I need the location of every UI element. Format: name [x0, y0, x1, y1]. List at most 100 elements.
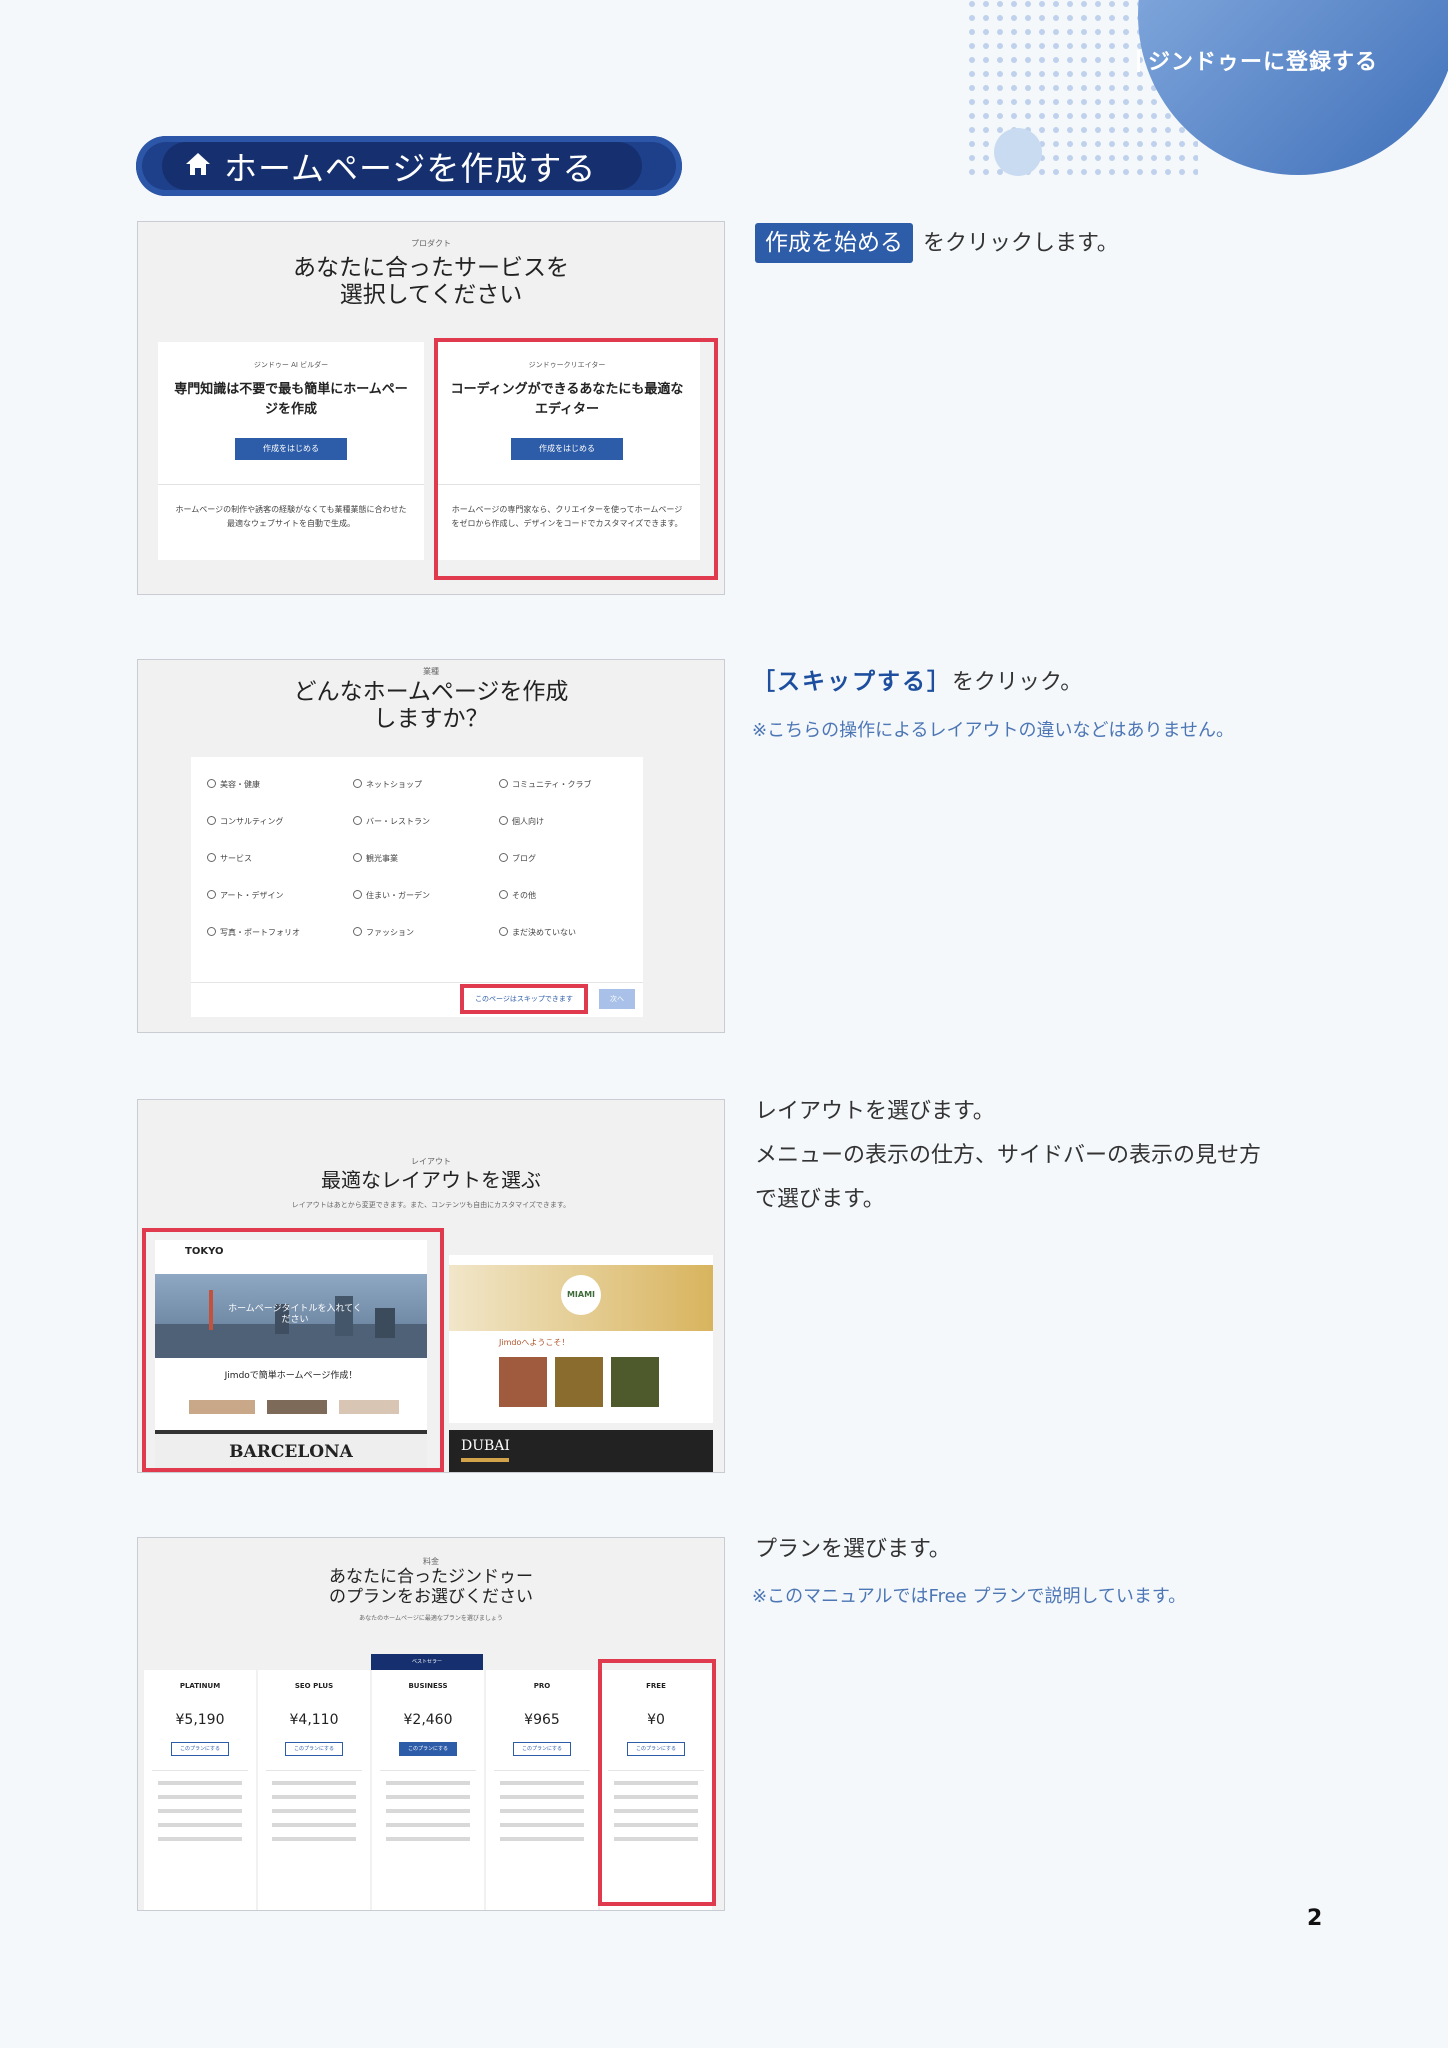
step1-instruction: をクリックします。	[923, 231, 1119, 256]
plan-feature-line	[158, 1837, 242, 1841]
step3-screen-label: レイアウト	[411, 1157, 451, 1166]
plan-price: ¥965	[524, 1712, 560, 1728]
plan-feature-line	[386, 1795, 470, 1799]
plan-feature-line	[272, 1809, 356, 1813]
panel-footer-divider	[191, 982, 643, 983]
skip-page-button[interactable]: このページはスキップできます	[460, 984, 588, 1014]
plan-name: BUSINESS	[408, 1682, 448, 1690]
step4-screen-heading-1: あなたに合ったジンドゥー	[329, 1567, 533, 1587]
plan-feature-line	[386, 1823, 470, 1827]
layout-dubai[interactable]: DUBAI	[449, 1430, 713, 1472]
option[interactable]: バー・レストラン	[353, 816, 430, 827]
choose-plan-button[interactable]: このプランにする	[399, 1742, 457, 1756]
option[interactable]: 美容・健康	[207, 779, 260, 790]
plan-feature-line	[500, 1837, 584, 1841]
step4-note: ※このマニュアルではFree プランで説明しています。	[752, 1586, 1187, 1607]
service-card-ai-builder[interactable]: ジンドゥー AI ビルダー 専門知識は不要で最も簡単にホームページを作成 作成を…	[158, 342, 424, 560]
plan-feature-line	[158, 1823, 242, 1827]
skip-label: ［スキップする］	[752, 669, 952, 695]
miami-thumb	[499, 1357, 547, 1407]
bestseller-badge: ベストセラー	[371, 1654, 483, 1670]
step3-line3: で選びます。	[755, 1187, 885, 1212]
step2-screen-heading-1: どんなホームページを作成	[293, 679, 569, 705]
plan-feature-line	[158, 1809, 242, 1813]
choose-plan-button[interactable]: このプランにする	[171, 1742, 229, 1756]
layout-miami[interactable]: MIAMI Jimdoへようこそ！	[449, 1255, 713, 1423]
card-description: ホームページの制作や誘客の経験がなくても業種業態に合わせた最適なウェブサイトを自…	[175, 505, 407, 528]
step2-screen-label: 業種	[423, 667, 439, 676]
plan-divider	[152, 1770, 248, 1771]
next-button[interactable]: 次へ	[599, 989, 635, 1009]
plan-feature-line	[500, 1781, 584, 1785]
step3-screenshot: レイアウト 最適なレイアウトを選ぶ レイアウトはあとから変更できます。また、コン…	[137, 1099, 725, 1473]
plan-business[interactable]: BUSINESS ¥2,460 このプランにする	[372, 1670, 484, 1910]
option[interactable]: 観光事業	[353, 853, 398, 864]
plan-name: PLATINUM	[179, 1682, 221, 1690]
plan-seo-plus[interactable]: SEO PLUS ¥4,110 このプランにする	[258, 1670, 370, 1910]
step2-instruction: をクリック。	[952, 670, 1083, 695]
step3-line1: レイアウトを選びます。	[755, 1099, 995, 1124]
plan-price: ¥4,110	[289, 1712, 339, 1728]
option[interactable]: アート・デザイン	[207, 890, 284, 901]
dubai-accent	[461, 1458, 509, 1462]
option[interactable]: ブログ	[499, 853, 536, 864]
start-button-ai[interactable]: 作成をはじめる	[235, 438, 347, 460]
section-title-pill: ホームページを作成する	[136, 136, 682, 196]
option[interactable]: ファッション	[353, 927, 414, 938]
miami-thumb	[611, 1357, 659, 1407]
chapter-tag: ジンドゥーに登録する	[1137, 44, 1378, 76]
section-title-inner: ホームページを作成する	[162, 142, 642, 190]
step2-screen-heading-2: しますか？	[373, 706, 489, 732]
section-title: ホームページを作成する	[224, 149, 597, 188]
step4-screen-sub: あなたのホームページに最適なプランを選びましょう	[359, 1615, 503, 1622]
step1-screen-heading-2: 選択してください	[339, 282, 523, 308]
plan-name: SEO PLUS	[294, 1682, 334, 1690]
step2-note: ※こちらの操作によるレイアウトの違いなどはありません。	[752, 720, 1234, 741]
option[interactable]: まだ決めていない	[499, 927, 576, 938]
plan-feature-line	[272, 1823, 356, 1827]
miami-thumb	[555, 1357, 603, 1407]
plan-feature-line	[272, 1837, 356, 1841]
plan-feature-line	[272, 1795, 356, 1799]
card-title: 専門知識は不要で最も簡単にホームページを作成	[174, 382, 408, 417]
step1-instruction-row: 作成を始める をクリックします。	[755, 223, 1119, 264]
option[interactable]: ネットショップ	[353, 779, 422, 790]
dubai-logo: DUBAI	[461, 1438, 510, 1454]
choose-plan-button[interactable]: このプランにする	[513, 1742, 571, 1756]
plan-price: ¥2,460	[403, 1712, 453, 1728]
plan-feature-line	[386, 1781, 470, 1785]
plan-feature-line	[500, 1795, 584, 1799]
plan-feature-line	[158, 1795, 242, 1799]
step4-line1: プランを選びます。	[755, 1537, 951, 1562]
option[interactable]: サービス	[207, 853, 252, 864]
card-small-label: ジンドゥー AI ビルダー	[253, 361, 329, 369]
plan-divider	[266, 1770, 362, 1771]
option[interactable]: 住まい・ガーデン	[353, 890, 430, 901]
plan-pro[interactable]: PRO ¥965 このプランにする	[486, 1670, 598, 1910]
step2-screenshot: 業種 どんなホームページを作成 しますか？ 美容・健康 ネットショップ コミュニ…	[137, 659, 725, 1033]
option[interactable]: コミュニティ・クラブ	[499, 779, 592, 790]
option[interactable]: コンサルティング	[207, 816, 284, 827]
highlight-box	[142, 1228, 444, 1472]
option[interactable]: 写真・ポートフォリオ	[207, 927, 300, 938]
option[interactable]: その他	[499, 890, 536, 901]
industry-options-panel: 美容・健康 ネットショップ コミュニティ・クラブ コンサルティング バー・レスト…	[191, 757, 643, 1017]
step1-screenshot: プロダクト あなたに合ったサービスを 選択してください ジンドゥー AI ビルダ…	[137, 221, 725, 595]
plan-feature-line	[386, 1809, 470, 1813]
header-decoration	[968, 0, 1448, 200]
plan-feature-line	[500, 1823, 584, 1827]
miami-text: Jimdoへようこそ！	[499, 1338, 570, 1347]
plan-feature-line	[386, 1837, 470, 1841]
step4-screenshot: 料金 あなたに合ったジンドゥー のプランをお選びください あなたのホームページに…	[137, 1537, 725, 1911]
miami-logo: MIAMI	[561, 1275, 601, 1315]
option[interactable]: 個人向け	[499, 816, 544, 827]
plan-feature-line	[500, 1809, 584, 1813]
step1-screen-heading-1: あなたに合ったサービスを	[293, 255, 569, 281]
plan-feature-line	[272, 1781, 356, 1785]
step3-screen-heading: 最適なレイアウトを選ぶ	[321, 1168, 541, 1192]
page-number: 2	[1307, 1906, 1323, 1931]
choose-plan-button[interactable]: このプランにする	[285, 1742, 343, 1756]
home-icon	[184, 151, 212, 181]
plan-name: PRO	[533, 1682, 551, 1690]
plan-platinum[interactable]: PLATINUM ¥5,190 このプランにする	[144, 1670, 256, 1910]
